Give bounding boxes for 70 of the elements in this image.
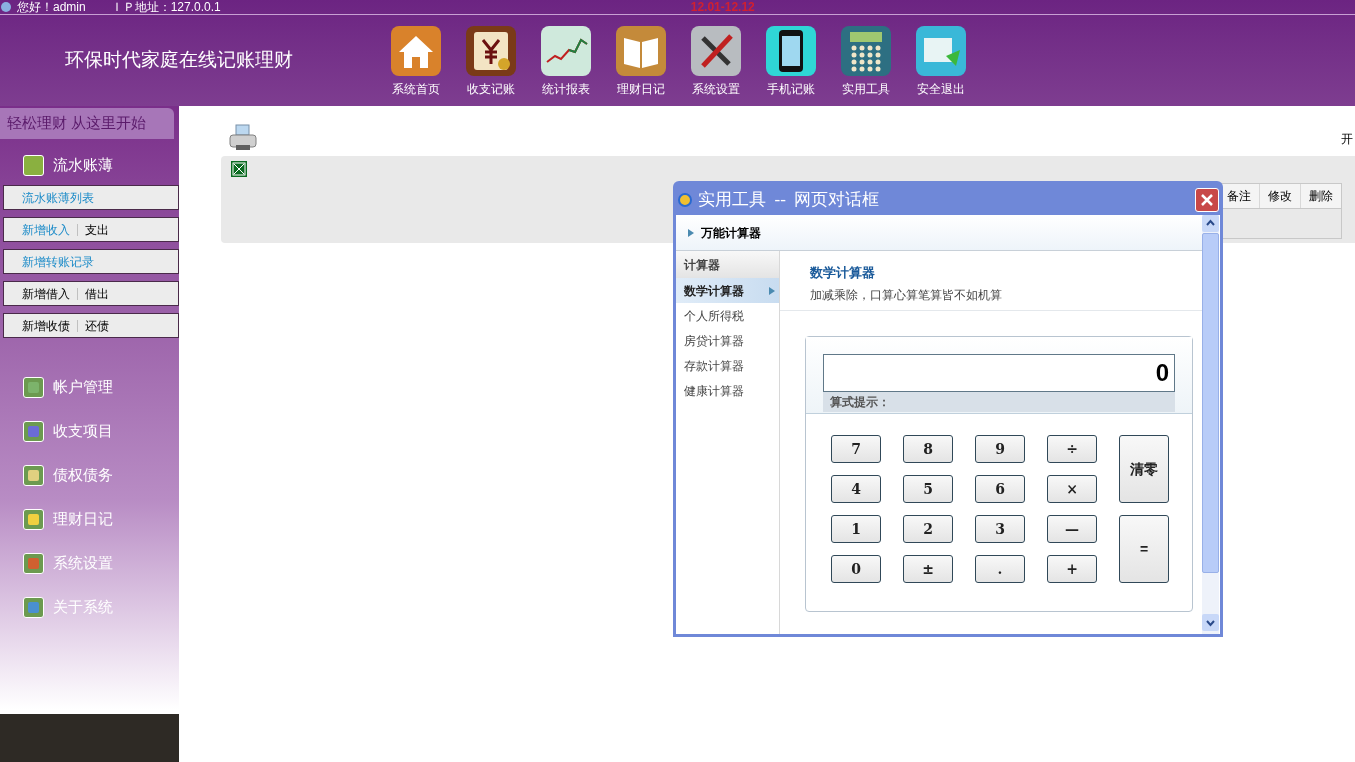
calculator-key[interactable]: 9 xyxy=(975,435,1025,463)
calculator-key[interactable]: 8 xyxy=(903,435,953,463)
sidebar-group[interactable]: 帐户管理 xyxy=(23,376,179,398)
notice-text: 12.01-12.12 xyxy=(690,1,755,13)
scroll-thumb[interactable] xyxy=(1202,233,1219,573)
printer-icon xyxy=(228,123,258,153)
yen-notebook-icon xyxy=(466,26,516,76)
nav-link[interactable]: 理财日记 xyxy=(616,26,666,98)
menu-item[interactable]: 个人所得税 xyxy=(676,303,779,328)
nav-link[interactable]: 手机记账 xyxy=(766,26,816,98)
dialog-title: 实用工具 -- 网页对话框 xyxy=(698,188,880,211)
calculator-key[interactable]: 0 xyxy=(831,555,881,583)
calculator-key[interactable]: 5 xyxy=(903,475,953,503)
calculator-key[interactable]: 1 xyxy=(831,515,881,543)
triangle-icon xyxy=(769,286,775,295)
ip-text: ＩＰ地址：127.0.0.1 xyxy=(110,1,221,13)
menu-item[interactable]: 健康计算器 xyxy=(676,378,779,403)
tool-subtitle: 加减乘除，口算心算笔算皆不如机算 xyxy=(810,286,1003,304)
tool-title: 数学计算器 xyxy=(810,264,876,282)
calculator-key[interactable]: ± xyxy=(903,555,953,583)
calculator-key[interactable]: 2 xyxy=(903,515,953,543)
nav-link[interactable]: 系统设置 xyxy=(691,26,741,98)
calculator-key[interactable]: 7 xyxy=(831,435,881,463)
menu-item[interactable]: 房贷计算器 xyxy=(676,328,779,353)
column-header: 修改 xyxy=(1259,184,1300,208)
column-header: 删除 xyxy=(1300,184,1341,208)
scroll-down-icon xyxy=(1202,614,1219,631)
close-icon xyxy=(1200,192,1214,207)
sidebar-link[interactable]: 还债 xyxy=(85,316,109,335)
dialog-heading: 万能计算器 xyxy=(701,224,761,242)
nav-link[interactable]: 收支记账 xyxy=(466,26,516,98)
nav-link[interactable]: 统计报表 xyxy=(541,26,591,98)
hint-label: 算式提示： xyxy=(823,392,1175,412)
wrench-screwdriver-icon xyxy=(691,26,741,76)
sidebar-link[interactable]: 新增收债 xyxy=(22,316,70,335)
open-book-icon xyxy=(616,26,666,76)
phone-icon xyxy=(766,26,816,76)
house-icon xyxy=(391,26,441,76)
calculator-key[interactable]: . xyxy=(975,555,1025,583)
nav-link[interactable]: 安全退出 xyxy=(916,26,966,98)
calculator-key[interactable]: — xyxy=(1047,515,1097,543)
calculator-key[interactable]: 清零 xyxy=(1119,435,1169,503)
calculator-key[interactable]: 4 xyxy=(831,475,881,503)
scroll-up-icon xyxy=(1202,215,1219,232)
scrollbar[interactable] xyxy=(1202,215,1219,634)
close-button[interactable] xyxy=(1195,187,1219,212)
sidebar-link[interactable]: 支出 xyxy=(85,220,109,239)
sidebar-link[interactable]: 新增借入 xyxy=(22,284,70,303)
line-chart-icon xyxy=(541,26,591,76)
spreadsheet-icon xyxy=(231,161,247,177)
nav-link[interactable]: 系统首页 xyxy=(391,26,441,98)
calculator-key[interactable]: ÷ xyxy=(1047,435,1097,463)
nav-link[interactable]: 实用工具 xyxy=(841,26,891,98)
greeting-text: 您好！admin xyxy=(17,1,86,13)
sidebar-link[interactable]: 借出 xyxy=(85,284,109,303)
calculator-display: 0 xyxy=(823,354,1175,392)
menu-item[interactable]: 存款计算器 xyxy=(676,353,779,378)
calculator-key[interactable]: × xyxy=(1047,475,1097,503)
user-icon xyxy=(1,2,11,12)
triangle-icon xyxy=(688,228,694,237)
calculator-key[interactable]: = xyxy=(1119,515,1169,583)
calculator-key[interactable]: 6 xyxy=(975,475,1025,503)
corner-text: 开 xyxy=(1341,131,1353,148)
section-title: 流水账薄 xyxy=(53,154,113,175)
calculator-icon xyxy=(841,26,891,76)
site-title: 环保时代家庭在线记账理财 xyxy=(65,48,294,73)
menu-title: 计算器 xyxy=(676,251,779,278)
calculator-key[interactable]: + xyxy=(1047,555,1097,583)
menu-item[interactable]: 数学计算器 xyxy=(676,278,779,303)
calculator-key[interactable]: 3 xyxy=(975,515,1025,543)
